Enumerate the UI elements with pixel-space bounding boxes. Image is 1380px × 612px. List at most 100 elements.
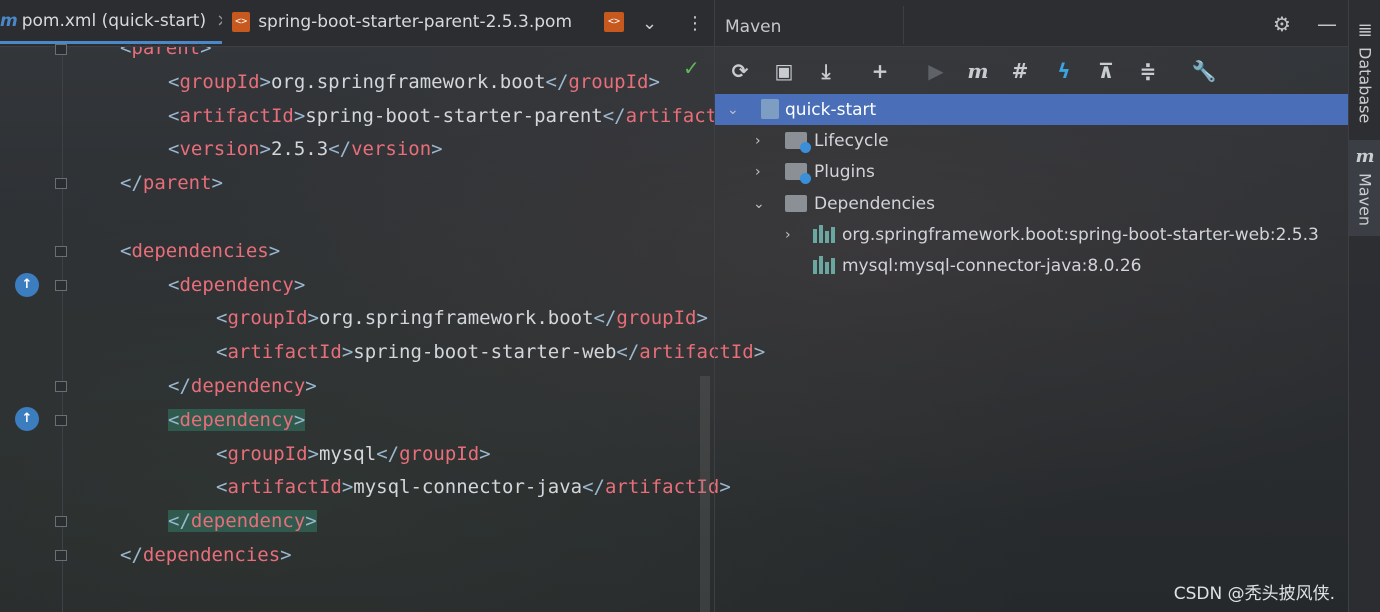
tree-item-dependency[interactable]: mysql:mysql-connector-java:8.0.26 <box>715 250 1349 281</box>
navigate-to-dependency-icon[interactable]: ↑ <box>15 407 39 431</box>
toggle-offline-mode-icon[interactable]: # <box>1005 56 1035 86</box>
dependencies-folder-icon <box>785 195 807 212</box>
xml-bracket: < <box>168 138 180 161</box>
tree-item-plugins[interactable]: › Plugins <box>715 156 1349 187</box>
editor-gutter <box>0 46 80 612</box>
lifecycle-label: Lifecycle <box>814 130 889 151</box>
xml-bracket: < <box>168 70 180 93</box>
xml-text: 2.5.3 <box>270 138 329 161</box>
fold-marker[interactable] <box>55 246 67 257</box>
download-sources-icon[interactable]: ⤓ <box>811 56 841 86</box>
xml-text: mysql-connector-java <box>353 476 583 499</box>
reload-all-maven-projects-icon[interactable]: ⟳ <box>725 56 755 86</box>
xml-bracket: > <box>341 476 354 499</box>
code-line[interactable]: </dependency> <box>168 369 317 403</box>
chevron-down-icon[interactable]: ⌄ <box>753 196 765 212</box>
fold-marker[interactable] <box>55 516 67 527</box>
xml-bracket: </ <box>376 442 400 465</box>
xml-bracket: > <box>341 341 354 364</box>
fold-marker[interactable] <box>55 44 67 55</box>
navigate-to-dependency-icon[interactable]: ↑ <box>15 273 39 297</box>
tree-item-dependency[interactable]: › org.springframework.boot:spring-boot-s… <box>715 219 1349 250</box>
tab-pom-xml[interactable]: m pom.xml (quick-start) × <box>0 0 222 44</box>
fold-marker[interactable] <box>55 550 67 561</box>
minimize-icon[interactable]: — <box>1317 12 1337 36</box>
xml-bracket: < <box>120 239 132 262</box>
collapse-all-icon[interactable]: ≑ <box>1133 56 1163 86</box>
chevron-right-icon[interactable]: › <box>785 227 791 243</box>
code-line[interactable]: </dependency> <box>168 504 317 538</box>
fold-marker[interactable] <box>55 178 67 189</box>
xml-text: spring-boot-starter-parent <box>305 104 603 127</box>
maven-m-icon: m <box>0 10 18 31</box>
xml-bracket: </ <box>545 70 569 93</box>
xml-bracket: </ <box>328 138 352 161</box>
show-hidden-tabs-button[interactable]: ⌄ <box>642 0 657 46</box>
code-line[interactable]: </dependencies> <box>120 538 292 572</box>
add-maven-project-icon[interactable]: + <box>865 56 895 86</box>
code-line[interactable]: <artifactId>mysql-connector-java</artifa… <box>216 470 731 504</box>
dependencies-label: Dependencies <box>814 193 935 214</box>
xml-bracket: > <box>479 442 491 465</box>
xml-bracket: </ <box>120 172 143 195</box>
chevron-down-icon[interactable]: ⌄ <box>727 102 739 118</box>
show-dependencies-icon[interactable]: ⊼ <box>1091 56 1121 86</box>
xml-bracket: < <box>216 307 228 330</box>
lifecycle-folder-icon <box>785 132 811 153</box>
side-tab-maven[interactable]: m Maven <box>1349 140 1380 236</box>
xml-bracket: </ <box>616 341 640 364</box>
tree-item-project[interactable]: ⌄ quick-start <box>715 94 1349 125</box>
code-line[interactable]: <dependency> <box>168 403 306 437</box>
execute-maven-goal-icon[interactable]: m <box>963 56 993 86</box>
code-area[interactable]: <parent> <groupId>org.springframework.boo… <box>0 0 765 612</box>
xml-bracket: </ <box>168 510 191 533</box>
tab-menu-button[interactable]: ⋮ <box>686 0 704 46</box>
chevron-right-icon[interactable]: › <box>755 164 761 180</box>
maven-title: Maven <box>725 17 782 37</box>
xml-text: mysql <box>318 442 377 465</box>
xml-bracket: </ <box>120 544 143 566</box>
pom-file-icon: <> <box>232 12 251 32</box>
editor-scrollbar[interactable] <box>700 376 710 612</box>
xml-tag-name: dependency <box>179 408 294 431</box>
code-line[interactable]: <groupId>org.springframework.boot</group… <box>168 65 660 99</box>
fold-marker[interactable] <box>55 415 67 426</box>
fold-marker[interactable] <box>55 280 67 291</box>
code-line[interactable]: <artifactId>spring-boot-starter-parent</… <box>168 99 751 133</box>
xml-tag-name: groupId <box>568 70 649 93</box>
tab-parent-pom[interactable]: <> spring-boot-starter-parent-2.5.3.pom <box>232 0 572 44</box>
xml-bracket: < <box>216 476 228 499</box>
code-line[interactable]: <artifactId>spring-boot-starter-web</art… <box>216 335 765 369</box>
xml-bracket: < <box>168 408 180 431</box>
code-line[interactable]: <dependencies> <box>120 234 280 268</box>
xml-text: org.springframework.boot <box>318 307 594 330</box>
generate-sources-icon[interactable]: ▣ <box>769 56 799 86</box>
xml-text: spring-boot-starter-web <box>353 341 617 364</box>
xml-tag-name: groupId <box>179 70 260 93</box>
tree-item-dependencies[interactable]: ⌄ Dependencies <box>715 188 1349 219</box>
code-line[interactable]: </parent> <box>120 166 223 200</box>
tab-overflow[interactable]: <> <box>604 0 626 44</box>
run-maven-build-icon[interactable]: ▶ <box>921 56 951 86</box>
fold-marker[interactable] <box>55 381 67 392</box>
tree-item-lifecycle[interactable]: › Lifecycle <box>715 125 1349 156</box>
skip-tests-icon[interactable]: ϟ <box>1049 56 1079 86</box>
xml-bracket: > <box>305 375 317 397</box>
chevron-right-icon[interactable]: › <box>755 133 761 149</box>
xml-bracket: > <box>293 273 306 296</box>
maven-settings-wrench-icon[interactable]: 🔧 <box>1189 56 1219 86</box>
code-line[interactable]: <groupId>org.springframework.boot</group… <box>216 301 708 335</box>
code-line[interactable]: <dependency> <box>168 268 305 302</box>
code-line[interactable]: <groupId>mysql</groupId> <box>216 437 491 471</box>
close-tab-icon[interactable]: × <box>216 10 222 31</box>
maven-project-icon <box>761 99 779 119</box>
side-tab-database[interactable]: ≣ Database <box>1349 14 1380 126</box>
project-label: quick-start <box>785 99 877 120</box>
xml-tag-name: version <box>351 138 432 161</box>
xml-tag-name: dependency <box>190 375 306 397</box>
code-line[interactable]: <version>2.5.3</version> <box>168 132 443 166</box>
plugins-label: Plugins <box>814 161 875 182</box>
inspection-ok-icon: ✓ <box>683 56 700 80</box>
gear-icon[interactable]: ⚙ <box>1273 12 1291 36</box>
xml-bracket: < <box>216 442 228 465</box>
